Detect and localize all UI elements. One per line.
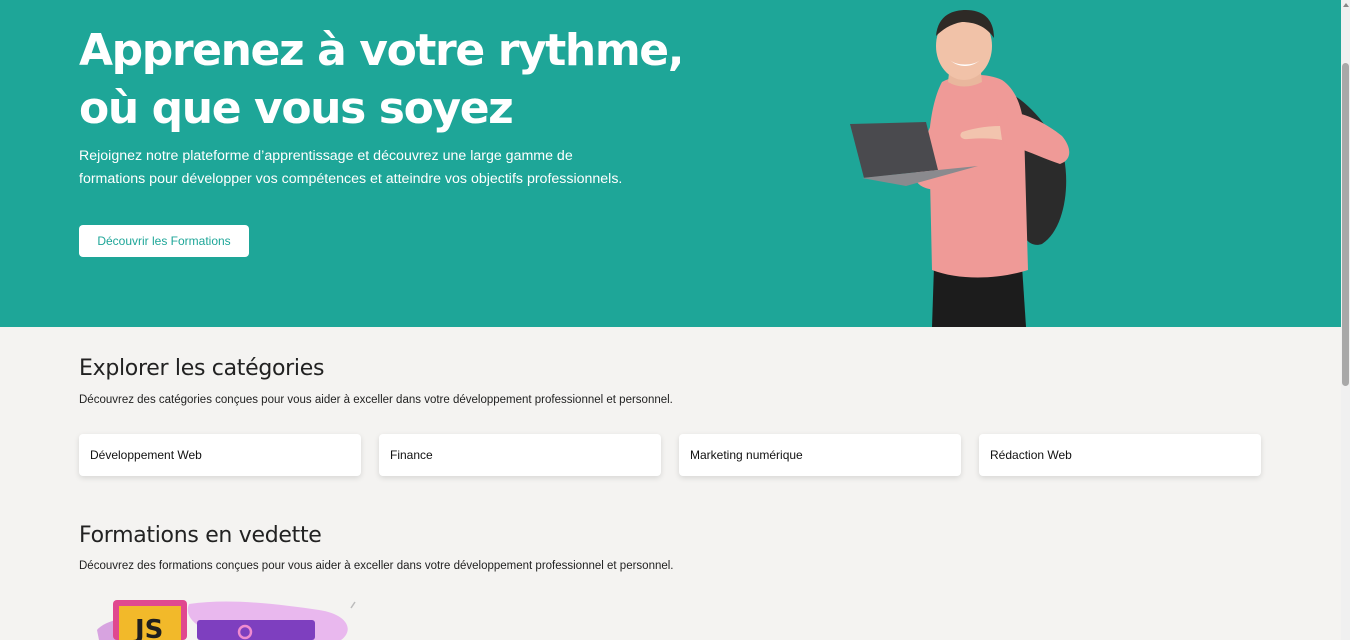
category-card-web-development[interactable]: Développement Web (79, 434, 361, 476)
javascript-logo-text: JS (133, 615, 163, 640)
course-thumbnail-javascript[interactable]: JS (79, 600, 364, 640)
student-with-laptop-illustration (850, 10, 1070, 327)
hero-title-line-1: Apprenez à votre rythme, (79, 25, 684, 76)
categories-title: Explorer les catégories (79, 356, 325, 381)
hero-banner: Apprenez à votre rythme, où que vous soy… (0, 0, 1341, 327)
category-label: Marketing numérique (690, 448, 803, 462)
hero-subtitle: Rejoignez notre plateforme d’apprentissa… (79, 148, 623, 187)
category-card-finance[interactable]: Finance (379, 434, 661, 476)
categories-description: Découvrez des catégories conçues pour vo… (79, 394, 673, 406)
featured-courses-description: Découvrez des formations conçues pour vo… (79, 560, 674, 572)
category-card-digital-marketing[interactable]: Marketing numérique (679, 434, 961, 476)
discover-courses-button[interactable]: Découvrir les Formations (79, 225, 249, 257)
category-card-web-writing[interactable]: Rédaction Web (979, 434, 1261, 476)
scroll-up-arrow-icon[interactable] (1343, 3, 1349, 7)
category-label: Développement Web (90, 448, 202, 462)
page-scrollbar[interactable] (1341, 0, 1350, 640)
hero-title-line-2: où que vous soyez (79, 83, 514, 134)
category-label: Finance (390, 448, 433, 462)
hero-title: Apprenez à votre rythme, où que vous soy… (79, 22, 719, 138)
category-label: Rédaction Web (990, 448, 1072, 462)
page: Apprenez à votre rythme, où que vous soy… (0, 0, 1341, 640)
featured-courses-title: Formations en vedette (79, 523, 322, 548)
scrollbar-thumb[interactable] (1342, 63, 1349, 386)
category-list: Développement Web Finance Marketing numé… (79, 434, 1261, 476)
